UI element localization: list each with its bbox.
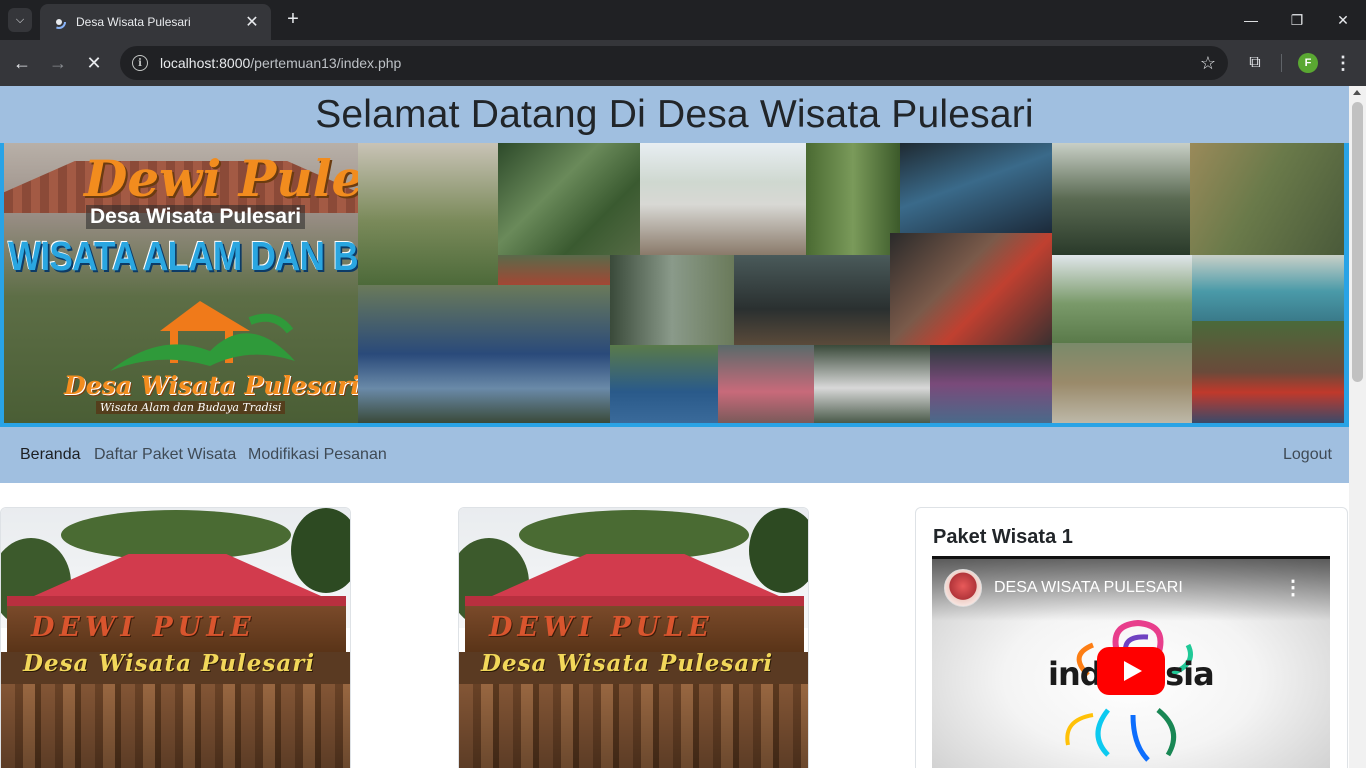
gate-top-text: DEWI PULE <box>489 612 714 643</box>
forward-arrow-icon[interactable]: → <box>45 50 71 76</box>
main-navbar: Beranda Daftar Paket Wisata Modifikasi P… <box>0 427 1349 483</box>
site-header: Selamat Datang Di Desa Wisata Pulesari <box>0 86 1349 143</box>
gate-photo: DEWI PULE Desa Wisata Pulesari <box>459 508 808 768</box>
collage-photo <box>814 345 930 423</box>
collage-photo <box>718 345 814 423</box>
browser-tab[interactable]: Desa Wisata Pulesari ✕ <box>40 4 271 40</box>
extensions-puzzle-icon[interactable]: ⧉ <box>1242 50 1268 76</box>
new-tab-button[interactable]: + <box>282 8 304 30</box>
collage-photo <box>610 345 718 423</box>
back-arrow-icon[interactable]: ← <box>9 50 35 76</box>
stop-loading-icon[interactable]: ✕ <box>81 50 107 76</box>
video-title[interactable]: DESA WISATA PULESARI <box>994 579 1183 597</box>
banner-tagline: Wisata Alam dan Budaya Tradisi <box>96 401 286 414</box>
page-scrollbar[interactable] <box>1349 86 1366 768</box>
gate-photo: DEWI PULE Desa Wisata Pulesari <box>1 508 350 768</box>
banner-subtitle: Desa Wisata Pulesari <box>86 205 306 229</box>
scrollbar-thumb[interactable] <box>1352 102 1363 382</box>
banner-logo-panel: Dewi Pule Desa Wisata Pulesari WISATA AL… <box>4 143 616 423</box>
channel-avatar[interactable] <box>944 569 982 607</box>
tab-close-icon[interactable]: ✕ <box>243 12 261 32</box>
card-title: Paket Wisata 1 <box>933 526 1073 548</box>
restore-window-button[interactable]: ❐ <box>1274 0 1320 40</box>
mountain-house-logo-icon <box>110 301 295 371</box>
tab-title: Desa Wisata Pulesari <box>76 15 191 29</box>
loading-favicon-icon <box>52 15 66 29</box>
banner-brand: Dewi Pule <box>84 149 364 208</box>
collage-photo <box>1190 143 1344 255</box>
page-title: Selamat Datang Di Desa Wisata Pulesari <box>315 93 1034 136</box>
gate-photo-card-1: DEWI PULE Desa Wisata Pulesari <box>0 507 351 768</box>
close-window-button[interactable]: ✕ <box>1320 0 1366 40</box>
banner-logo-text: Desa Wisata Pulesari <box>64 371 360 400</box>
gate-bottom-text: Desa Wisata Pulesari <box>23 650 316 677</box>
scroll-up-arrow-icon[interactable] <box>1353 90 1361 95</box>
collage-photo <box>806 143 900 255</box>
collage-photo <box>734 255 890 345</box>
collage-photo <box>1052 343 1192 423</box>
collage-photo <box>358 143 498 285</box>
profile-avatar[interactable]: F <box>1298 53 1318 73</box>
bookmark-star-icon[interactable]: ☆ <box>1200 53 1216 74</box>
gate-bottom-text: Desa Wisata Pulesari <box>481 650 774 677</box>
gate-top-text: DEWI PULE <box>31 612 256 643</box>
gate-photo-card-2: DEWI PULE Desa Wisata Pulesari <box>458 507 809 768</box>
tab-search-button[interactable]: ⌵ <box>8 8 32 32</box>
chevron-down-icon: ⌵ <box>15 13 25 26</box>
site-info-icon[interactable]: i <box>132 55 148 71</box>
browser-tab-bar: ⌵ Desa Wisata Pulesari ✕ + — ❐ ✕ <box>0 0 1366 40</box>
package-video-card: Paket Wisata 1 indonesia DESA WISATA PUL… <box>915 507 1348 768</box>
collage-photo <box>640 143 806 255</box>
collage-photo <box>1192 255 1344 321</box>
collage-photo <box>1052 143 1190 255</box>
nav-link-modifikasi-pesanan[interactable]: Modifikasi Pesanan <box>248 427 387 483</box>
collage-photo <box>1192 321 1344 423</box>
collage-photo <box>498 143 640 255</box>
youtube-embed[interactable]: indonesia DESA WISATA PULESARI ⋮ <box>932 556 1330 768</box>
logout-link[interactable]: Logout <box>1283 427 1332 483</box>
banner-collage: Dewi Pule Desa Wisata Pulesari WISATA AL… <box>0 143 1349 427</box>
browser-toolbar: ← → ✕ i localhost:8000/pertemuan13/index… <box>0 40 1366 86</box>
collage-photo <box>610 255 734 345</box>
browser-menu-icon[interactable]: ⋮ <box>1333 50 1353 76</box>
collage-photo <box>930 345 1052 423</box>
url-text[interactable]: localhost:8000/pertemuan13/index.php <box>160 55 1228 71</box>
toolbar-divider <box>1281 54 1282 72</box>
collage-photo <box>900 143 1052 233</box>
url-path: /pertemuan13/index.php <box>250 55 402 71</box>
address-bar[interactable]: i localhost:8000/pertemuan13/index.php ☆ <box>120 46 1228 80</box>
nav-link-daftar-paket-wisata[interactable]: Daftar Paket Wisata <box>94 427 236 483</box>
collage-photo <box>1052 255 1192 343</box>
collage-photo <box>890 233 1052 345</box>
youtube-play-button[interactable] <box>1097 647 1165 695</box>
collage-photo <box>358 285 610 423</box>
page-viewport: Selamat Datang Di Desa Wisata Pulesari D… <box>0 86 1349 768</box>
minimize-window-button[interactable]: — <box>1228 0 1274 40</box>
nav-link-beranda[interactable]: Beranda <box>20 427 81 483</box>
url-host: localhost:8000 <box>160 55 251 71</box>
video-more-icon[interactable]: ⋮ <box>1282 575 1304 601</box>
